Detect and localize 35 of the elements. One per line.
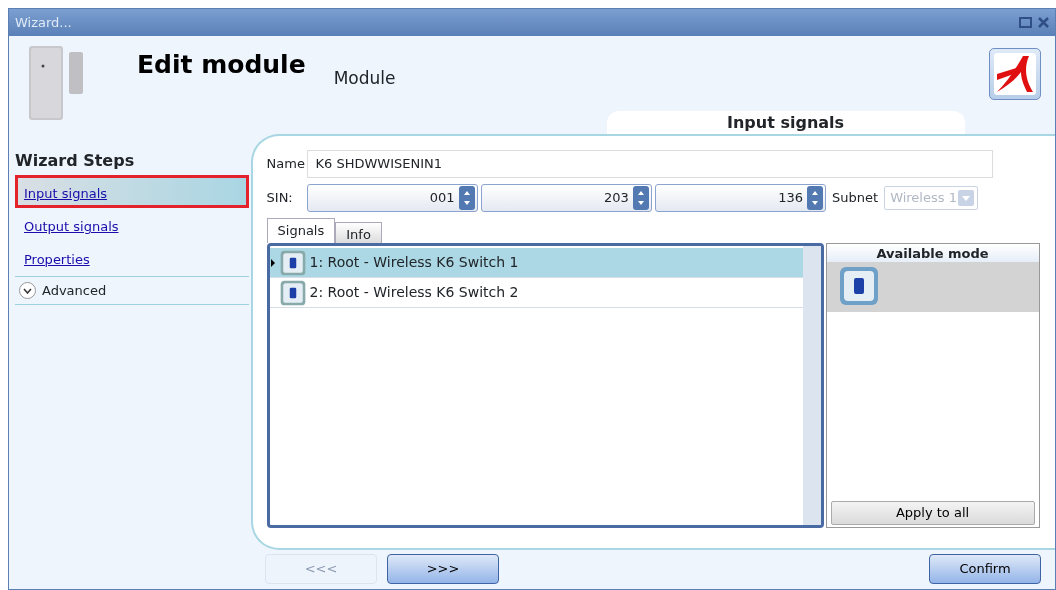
next-button[interactable]: >>>	[387, 554, 499, 584]
signal-row[interactable]: 2: Root - Wireless K6 Switch 2	[269, 278, 803, 308]
tab[interactable]: Signals	[266, 218, 336, 243]
page-title: Edit module	[137, 49, 306, 81]
maximize-icon[interactable]	[1019, 17, 1032, 28]
step-link[interactable]: Input signals	[15, 175, 249, 208]
step-link[interactable]: Output signals	[15, 208, 249, 241]
switch-icon	[279, 249, 306, 276]
number-spinner[interactable]: 136	[655, 184, 827, 212]
spin-arrows-icon[interactable]	[807, 186, 824, 210]
pdf-button[interactable]	[989, 48, 1041, 100]
switch-icon[interactable]	[838, 266, 879, 306]
switch-icon	[279, 279, 306, 306]
pdf-icon	[993, 52, 1037, 96]
spin-arrows-icon[interactable]	[632, 186, 649, 210]
row-pointer-icon	[270, 258, 275, 267]
tab[interactable]: Info	[335, 222, 382, 243]
number-spinner[interactable]: 203	[480, 184, 652, 212]
window-title: Wizard...	[15, 13, 72, 32]
name-field[interactable]: K6 SHDWWISENIN1	[306, 150, 993, 178]
apply-to-all-button[interactable]: Apply to all	[830, 501, 1035, 525]
wizard-steps-heading: Wizard Steps	[15, 150, 136, 172]
page-subtitle: Module	[333, 67, 396, 90]
chevron-icon	[19, 282, 36, 299]
subnet-label: Subnet	[832, 189, 879, 208]
number-spinner[interactable]: 001	[306, 184, 478, 212]
confirm-button[interactable]: Confirm	[929, 554, 1041, 584]
signal-row[interactable]: 1: Root - Wireless K6 Switch 1	[269, 248, 803, 278]
advanced-expander[interactable]: Advanced	[15, 276, 249, 305]
close-icon[interactable]	[1038, 17, 1049, 28]
sin-label: SIN:	[266, 189, 294, 208]
scrollbar[interactable]	[802, 246, 821, 525]
step-link[interactable]: Properties	[15, 241, 249, 274]
spin-arrows-icon[interactable]	[458, 186, 475, 210]
available-mode-heading: Available mode	[826, 244, 1039, 262]
